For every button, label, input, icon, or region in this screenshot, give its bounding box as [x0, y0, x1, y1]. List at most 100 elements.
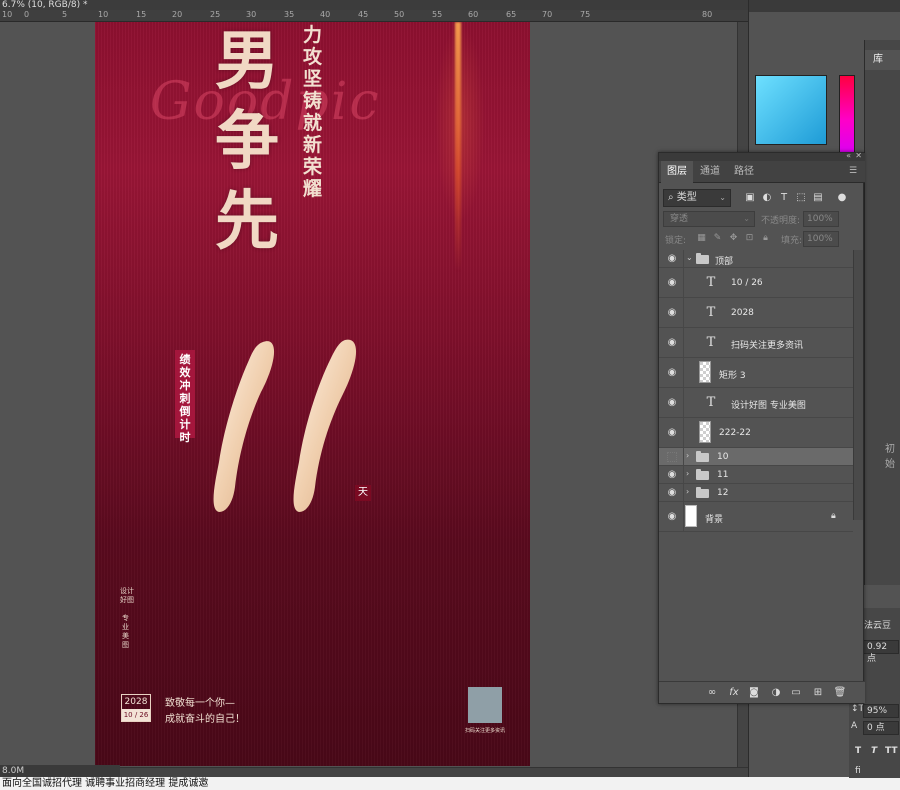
font-size-field[interactable]: 0.92 点	[863, 640, 899, 664]
panel-menu-icon[interactable]: ☰	[849, 166, 859, 176]
layer-row[interactable]: ◉ T 扫码关注更多资讯	[659, 328, 853, 358]
layer-row[interactable]: ◉ 222-22	[659, 418, 853, 448]
tagline-line-2: 成就奋斗的自己！	[165, 714, 245, 725]
ruler-label: 35	[284, 10, 295, 19]
ruler-label: 5	[62, 10, 68, 19]
eye-icon[interactable]: ◉	[665, 336, 679, 350]
adjustment-filter-icon[interactable]: ◐	[760, 191, 774, 205]
fill-field[interactable]: 100%	[803, 231, 839, 247]
trash-icon[interactable]: 🗑︎	[833, 686, 847, 700]
eye-hidden-icon[interactable]	[667, 452, 677, 462]
fx-icon[interactable]: fx	[727, 686, 741, 700]
chevron-right-icon[interactable]: ›	[686, 487, 689, 496]
eye-icon[interactable]: ◉	[665, 396, 679, 410]
layer-row[interactable]: ◉ › 11	[659, 466, 853, 484]
qr-label: 扫码关注更多资讯	[464, 728, 505, 734]
qr-code-placeholder	[468, 687, 502, 723]
layers-scrollbar[interactable]	[853, 250, 863, 520]
collapse-icon[interactable]: «	[846, 151, 851, 160]
date-year: 2028	[124, 697, 148, 707]
row-separator	[683, 484, 684, 501]
tab-channels[interactable]: 通道	[695, 161, 725, 183]
eye-icon[interactable]: ◉	[665, 486, 679, 500]
layer-name: 背景	[705, 515, 724, 525]
layer-row[interactable]: ◉ ⌄ 顶部	[659, 250, 853, 268]
pixel-filter-icon[interactable]: ▣	[743, 191, 757, 205]
ligature-button[interactable]: fi	[855, 766, 861, 776]
eye-icon[interactable]: ◉	[665, 306, 679, 320]
row-separator	[683, 358, 684, 387]
opacity-field[interactable]: 100%	[803, 211, 839, 227]
countdown-badge: 绩效冲刺倒计时	[175, 350, 195, 444]
blend-mode-select[interactable]: 穿透 ⌄	[663, 211, 755, 227]
chevron-down-icon[interactable]: ⌄	[686, 253, 693, 262]
blend-mode-value: 穿透	[670, 214, 689, 224]
type-filter-icon[interactable]: T	[777, 191, 791, 205]
vertical-scale-field[interactable]: 95%	[863, 704, 899, 718]
lock-position-icon[interactable]: ✥	[727, 232, 740, 245]
tagline-line-1: 致敬每一个你—	[165, 698, 235, 709]
chevron-down-icon: ⌄	[719, 193, 726, 202]
link-icon[interactable]: ∞	[705, 686, 719, 700]
ruler-label: 60	[468, 10, 479, 19]
chevron-down-icon: ⌄	[743, 214, 750, 223]
new-group-icon[interactable]: ▭	[789, 686, 803, 700]
layer-row[interactable]: ◉ T 10 / 26	[659, 268, 853, 298]
ruler-label: 0	[24, 10, 30, 19]
smart-object-filter-icon[interactable]: ▤	[811, 191, 825, 205]
baseline-shift-field[interactable]: 0 点	[863, 721, 899, 735]
eye-icon[interactable]: ◉	[665, 468, 679, 482]
lock-transparent-icon[interactable]: ▦	[695, 232, 708, 245]
eye-icon[interactable]: ◉	[665, 426, 679, 440]
ruler-label: 15	[136, 10, 147, 19]
layer-row[interactable]: ◉ T 设计好图 专业美图	[659, 388, 853, 418]
row-separator	[683, 298, 684, 327]
allcaps-style-button[interactable]: TT	[885, 746, 898, 756]
layer-row[interactable]: ◉ T 2028	[659, 298, 853, 328]
kind-filter-select[interactable]: ⌕ 类型 ⌄	[663, 189, 731, 207]
light-streak	[455, 22, 461, 272]
ruler-label: 10	[2, 10, 13, 19]
lock-all-icon[interactable]: 🔒︎	[759, 232, 772, 245]
layer-row[interactable]: ◉ › 12	[659, 484, 853, 502]
date-box: 2028 10 / 26	[121, 694, 151, 722]
layer-row[interactable]: ◉ 背景 🔒︎	[659, 502, 853, 532]
close-icon[interactable]: ✕	[855, 151, 862, 160]
text-layer-icon: T	[706, 305, 716, 320]
color-swatch[interactable]	[755, 75, 827, 145]
lock-row: 锁定: ▦ ✎ ✥ ⊡ 🔒︎ 填充: 100%	[663, 231, 861, 249]
chevron-right-icon[interactable]: ›	[686, 451, 689, 460]
text-layer-icon: T	[706, 335, 716, 350]
tab-layers[interactable]: 图层	[661, 161, 693, 183]
filter-toggle-icon[interactable]: ●	[835, 191, 849, 205]
chevron-right-icon[interactable]: ›	[686, 469, 689, 478]
poster-canvas[interactable]: Goodpic 男争先 力攻坚铸就新荣耀 绩效冲刺倒计时 11 天 设计好图 专…	[95, 22, 530, 766]
big-number-text: 11	[205, 322, 207, 323]
opacity-label: 不透明度:	[761, 216, 801, 226]
layer-row[interactable]: ◉ 矩形 3	[659, 358, 853, 388]
adjustment-icon[interactable]: ◑	[769, 686, 783, 700]
eye-icon[interactable]: ◉	[665, 252, 679, 266]
lock-paint-icon[interactable]: ✎	[711, 232, 724, 245]
layer-name: 10	[717, 452, 729, 462]
italic-style-button[interactable]: T	[871, 746, 877, 756]
eye-icon[interactable]: ◉	[665, 510, 679, 524]
layer-row[interactable]: › 10	[659, 448, 853, 466]
layer-name: 矩形 3	[719, 371, 746, 381]
layers-footer: ∞ fx ◙ ◑ ▭ ⊞ 🗑︎	[659, 681, 865, 703]
tab-paths[interactable]: 路径	[729, 161, 759, 183]
shape-filter-icon[interactable]: ⬚	[794, 191, 808, 205]
signature-text-2: 专业美图	[122, 614, 129, 649]
new-layer-icon[interactable]: ⊞	[811, 686, 825, 700]
lock-artboard-icon[interactable]: ⊡	[743, 232, 756, 245]
eye-icon[interactable]: ◉	[665, 366, 679, 380]
color-panel[interactable]	[751, 40, 861, 165]
layer-name: 2028	[731, 308, 754, 318]
mask-icon[interactable]: ◙	[747, 686, 761, 700]
layer-name: 12	[717, 488, 729, 498]
tab-library[interactable]: 库	[865, 50, 900, 70]
bold-style-button[interactable]: T	[855, 746, 861, 756]
eye-icon[interactable]: ◉	[665, 276, 679, 290]
row-separator	[683, 418, 684, 447]
calligraphy-headline: 男争先	[215, 24, 279, 259]
